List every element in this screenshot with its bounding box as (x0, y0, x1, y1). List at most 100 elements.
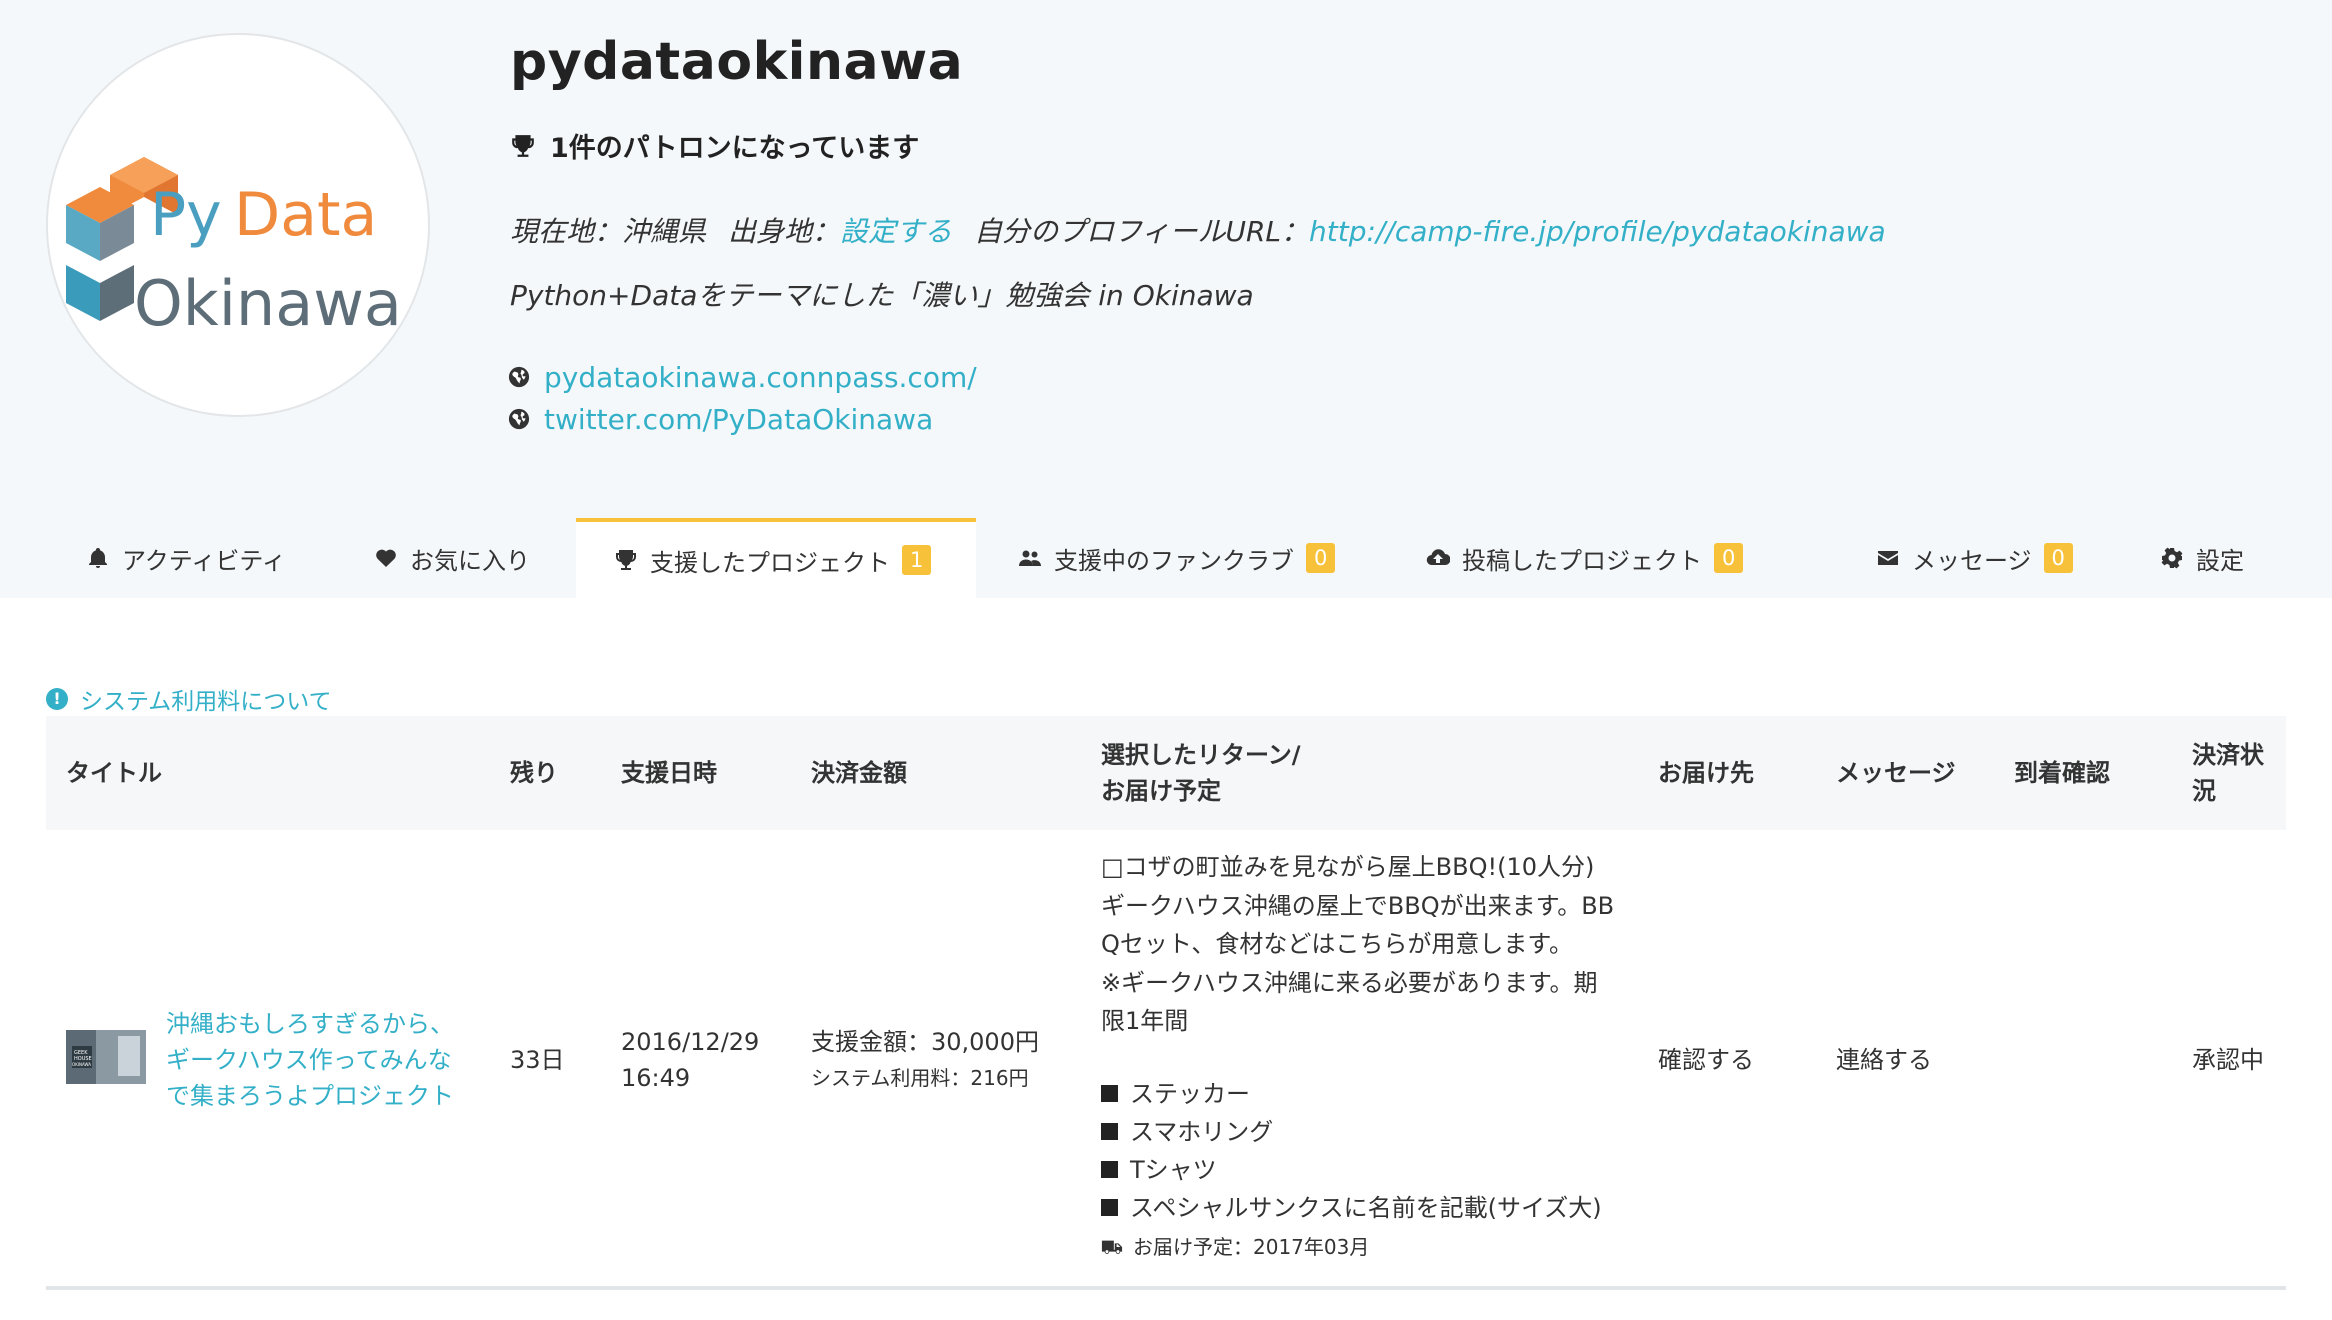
reward-line: 限1年間 (1101, 1007, 1189, 1035)
square-bullet-icon (1101, 1085, 1118, 1102)
pydata-logo: Py Data Okinawa (66, 157, 402, 340)
tab-badge: 0 (2043, 543, 2073, 573)
table-row: GEEK HOUSE OKINAWA 沖縄おもしろすぎるから、 ギークハウス作っ… (46, 830, 2286, 1290)
tab-label: 支援したプロジェクト (650, 548, 890, 577)
reward-item: Tシャツ (1101, 1151, 1614, 1189)
website-link[interactable]: pydataokinawa.connpass.com/ (508, 356, 977, 398)
globe-icon (508, 408, 530, 430)
tab-badge: 0 (1714, 543, 1744, 573)
heart-icon (376, 549, 396, 567)
hometown-label: 出身地： (728, 215, 841, 248)
patron-count: 1件のパトロンになっています (510, 126, 919, 165)
header-return-line1: 選択したリターン/ (1101, 741, 1301, 769)
profile-meta: 現在地：沖縄県 出身地：設定する 自分のプロフィールURL：http://camp-… (510, 210, 1886, 250)
header-return: 選択したリターン/ お届け予定 (1101, 737, 1301, 809)
tab-activity[interactable]: アクティビティ (86, 518, 286, 598)
system-fee-link-text[interactable]: システム利用料について (80, 682, 332, 716)
delivery-confirm-button[interactable]: 確認する (1658, 1042, 1754, 1078)
profile-header: Py Data Okinawa pydataokinawa 1件のパトロンになっ… (0, 0, 2332, 598)
tab-label: お気に入り (410, 546, 530, 575)
hometown-set-link[interactable]: 設定する (840, 215, 952, 248)
gear-icon (2161, 547, 2183, 569)
support-amount: 支援金額：30,000円 (811, 1028, 1039, 1056)
project-title-line[interactable]: 沖縄おもしろすぎるから、 (166, 1006, 466, 1042)
tab-settings[interactable]: 設定 (2160, 518, 2244, 598)
reward-item-text: ステッカー (1130, 1079, 1250, 1108)
reward-item: スマホリング (1101, 1113, 1614, 1151)
backed-date: 2016/12/29 (621, 1028, 760, 1056)
tab-fanclubs[interactable]: 支援中のファンクラブ 0 (1018, 518, 1336, 598)
header-title: タイトル (66, 759, 162, 787)
header-delivery: お届け先 (1658, 759, 1754, 787)
reward-item-text: スマホリング (1130, 1117, 1274, 1146)
table-header: タイトル 残り 支援日時 決済金額 選択したリターン/ お届け予定 お届け先 メ… (46, 716, 2286, 830)
twitter-link[interactable]: twitter.com/PyDataOkinawa (508, 398, 977, 440)
reward-item-text: スペシャルサンクスに名前を記載(サイズ大) (1130, 1193, 1602, 1222)
svg-text:Py: Py (150, 180, 222, 250)
tab-badge: 0 (1306, 543, 1336, 573)
cloud-upload-icon (1426, 549, 1450, 566)
tab-label: アクティビティ (122, 546, 286, 575)
project-thumbnail[interactable]: GEEK HOUSE OKINAWA (66, 1030, 146, 1084)
project-title-link[interactable]: 沖縄おもしろすぎるから、 ギークハウス作ってみんな で集まろうよプロジェクト (166, 1006, 466, 1114)
reward-line: □コザの町並みを見ながら屋上BBQ!(10人分) (1101, 853, 1595, 881)
profile-url-label: 自分のプロフィールURL： (974, 215, 1310, 248)
tab-badge: 1 (902, 545, 932, 575)
trophy-icon (512, 134, 534, 157)
reward-line: ギークハウス沖縄の屋上でBBQが出来ます。BB (1101, 891, 1615, 920)
tab-label: メッセージ (1912, 546, 2032, 575)
globe-icon (508, 366, 530, 388)
delivery-schedule-text: お届け予定：2017年03月 (1133, 1234, 1370, 1259)
info-icon: ! (46, 688, 68, 710)
truck-icon (1101, 1240, 1123, 1254)
user-name: pydataokinawa (510, 32, 964, 92)
location-text: 現在地：沖縄県 (510, 215, 707, 248)
header-arrival: 到着確認 (2014, 759, 2110, 787)
envelope-icon (1878, 551, 1898, 565)
profile-links: pydataokinawa.connpass.com/ twitter.com/… (508, 356, 977, 440)
trophy-icon (616, 550, 636, 570)
delivery-schedule: お届け予定：2017年03月 (1101, 1229, 1614, 1265)
tab-label: 支援中のファンクラブ (1054, 546, 1294, 575)
header-date: 支援日時 (621, 759, 717, 787)
square-bullet-icon (1101, 1123, 1118, 1140)
square-bullet-icon (1101, 1199, 1118, 1216)
selected-return: □コザの町並みを見ながら屋上BBQ!(10人分) ギークハウス沖縄の屋上でBBQ… (1101, 848, 1614, 1265)
header-amount: 決済金額 (811, 759, 907, 787)
twitter-link-text[interactable]: twitter.com/PyDataOkinawa (544, 403, 933, 436)
project-title-line[interactable]: ギークハウス作ってみんな (166, 1042, 466, 1078)
tab-label: 設定 (2196, 546, 2244, 575)
users-icon (1019, 550, 1041, 566)
website-link-text[interactable]: pydataokinawa.connpass.com/ (544, 361, 977, 394)
header-status: 決済状 況 (2192, 737, 2264, 809)
profile-tabs: アクティビティ お気に入り 支援したプロジェクト 1 支援中のファンクラブ 0 … (0, 518, 2332, 598)
payment-amount: 支援金額：30,000円 システム利用料：216円 (811, 1024, 1039, 1096)
tab-label: 投稿したプロジェクト (1462, 546, 1702, 575)
svg-text:Data: Data (234, 180, 377, 250)
reward-line: Qセット、食材などはこちらが用意します。 (1101, 930, 1574, 958)
project-title-line[interactable]: で集まろうよプロジェクト (166, 1078, 466, 1114)
backed-time: 16:49 (621, 1064, 691, 1092)
header-message: メッセージ (1836, 759, 1956, 787)
reward-item: スペシャルサンクスに名前を記載(サイズ大) (1101, 1189, 1614, 1227)
svg-text:OKINAWA: OKINAWA (72, 1062, 91, 1067)
contact-button[interactable]: 連絡する (1836, 1042, 1932, 1078)
header-status-line1: 決済状 (2192, 741, 2264, 769)
profile-url-link[interactable]: http://camp-fire.jp/profile/pydataokinaw… (1309, 215, 1886, 248)
reward-item: ステッカー (1101, 1075, 1614, 1113)
avatar: Py Data Okinawa (46, 33, 430, 417)
backed-datetime: 2016/12/29 16:49 (621, 1024, 759, 1096)
system-fee-link[interactable]: ! システム利用料について (46, 682, 332, 716)
payment-status: 承認中 (2192, 1046, 2264, 1074)
svg-text:Okinawa: Okinawa (134, 267, 402, 340)
bell-icon (89, 548, 107, 568)
tab-posted-projects[interactable]: 投稿したプロジェクト 0 (1426, 518, 1744, 598)
tab-messages[interactable]: メッセージ 0 (1876, 518, 2073, 598)
tab-favorites[interactable]: お気に入り (374, 518, 530, 598)
tab-backed-projects[interactable]: 支援したプロジェクト 1 (576, 518, 976, 598)
reward-line: ※ギークハウス沖縄に来る必要があります。期 (1101, 968, 1598, 997)
header-status-line2: 況 (2192, 777, 2216, 805)
remaining-days: 33日 (510, 1046, 565, 1074)
system-fee: システム利用料：216円 (811, 1066, 1029, 1090)
profile-bio: Python+Dataをテーマにした「濃い」勉強会 in Okinawa (510, 279, 1254, 312)
